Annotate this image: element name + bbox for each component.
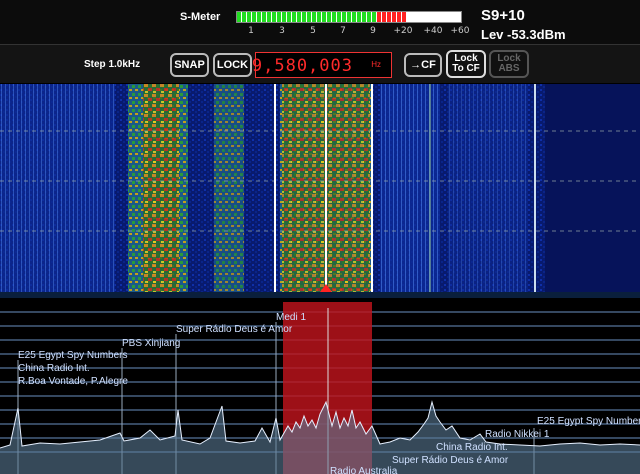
smeter-tick: +20	[393, 26, 413, 36]
smeter-tick: 5	[310, 26, 316, 36]
smeter-segment	[252, 12, 256, 22]
smeter-segment	[317, 12, 321, 22]
smeter-segment	[397, 12, 401, 22]
smeter-segment	[332, 12, 336, 22]
station-label: Super Rádio Deus é Amor	[176, 324, 293, 335]
smeter-segments	[237, 12, 406, 22]
station-label: Super Rádio Deus é Amor	[392, 455, 509, 466]
waterfall-band	[545, 84, 640, 292]
station-label: R.Boa Vontade, P.Alegre	[18, 376, 128, 387]
to-center-frequency-button[interactable]: →CF	[404, 53, 442, 77]
lock-to-cf-line2: To CF	[452, 63, 480, 74]
spectrum-display[interactable]: E25 Egypt Spy Numbers China Radio Int. R…	[0, 298, 640, 474]
smeter-segment	[262, 12, 266, 22]
smeter-segment	[302, 12, 306, 22]
smeter-segment	[347, 12, 351, 22]
s-unit-reading: S9+10	[481, 7, 525, 24]
smeter-segment	[257, 12, 261, 22]
smeter-segment	[387, 12, 391, 22]
station-label: China Radio Int.	[436, 442, 508, 453]
smeter-tick: 3	[279, 26, 285, 36]
smeter-segment	[337, 12, 341, 22]
smeter-segment	[322, 12, 326, 22]
smeter-panel: S-Meter 1 3 5 7 9 +20 +40 +60 S9+10 Lev …	[0, 0, 640, 45]
smeter-segment	[362, 12, 366, 22]
smeter-segment	[402, 12, 406, 22]
frequency-unit: Hz	[371, 60, 381, 69]
waterfall-display[interactable]	[0, 84, 640, 292]
smeter-tick: +40	[423, 26, 443, 36]
smeter-segment	[282, 12, 286, 22]
station-label: E25 Egypt Spy Numbers	[537, 416, 640, 427]
station-label: Radio Australia	[330, 466, 398, 474]
smeter-segment	[392, 12, 396, 22]
smeter-segment	[237, 12, 241, 22]
smeter-tick: 1	[248, 26, 254, 36]
smeter-segment	[352, 12, 356, 22]
smeter-segment	[357, 12, 361, 22]
waterfall-signal	[380, 84, 440, 292]
smeter-tick: +60	[450, 26, 470, 36]
waterfall-band	[0, 84, 115, 292]
smeter-segment	[312, 12, 316, 22]
smeter-segment	[327, 12, 331, 22]
smeter-segment	[367, 12, 371, 22]
tuning-step[interactable]: Step 1.0kHz	[84, 59, 140, 70]
smeter-segment	[267, 12, 271, 22]
lock-abs-line2: ABS	[498, 63, 520, 74]
smeter-segment	[382, 12, 386, 22]
smeter-segment	[287, 12, 291, 22]
smeter-segment	[307, 12, 311, 22]
signal-level-reading: Lev -53.3dBm	[481, 27, 566, 42]
smeter-tick: 7	[340, 26, 346, 36]
waterfall-band	[448, 84, 528, 292]
frequency-value: 9,580,003	[251, 56, 353, 76]
station-label: Radio Nikkei 1	[485, 429, 550, 440]
station-label: E25 Egypt Spy Numbers	[18, 350, 128, 361]
smeter-bar	[236, 11, 462, 23]
smeter-label: S-Meter	[180, 11, 221, 23]
smeter-segment	[292, 12, 296, 22]
lock-button[interactable]: LOCK	[213, 53, 252, 77]
snap-button[interactable]: SNAP	[170, 53, 209, 77]
smeter-segment	[342, 12, 346, 22]
smeter-tick: 9	[370, 26, 376, 36]
station-label: PBS Xinjiang	[122, 338, 180, 349]
station-label: Medi 1	[276, 312, 306, 323]
waterfall-signal	[143, 84, 179, 292]
smeter-segment	[372, 12, 376, 22]
smeter-segment	[272, 12, 276, 22]
tuning-toolbar: Step 1.0kHz SNAP LOCK 9,580,003 Hz →CF L…	[0, 45, 640, 83]
frequency-display[interactable]: 9,580,003 Hz	[251, 52, 392, 78]
smeter-segment	[377, 12, 381, 22]
lock-abs-button[interactable]: Lock ABS	[489, 50, 529, 78]
smeter-segment	[297, 12, 301, 22]
smeter-segment	[247, 12, 251, 22]
station-label: China Radio Int.	[18, 363, 90, 374]
smeter-segment	[242, 12, 246, 22]
lock-to-cf-button[interactable]: Lock To CF	[446, 50, 486, 78]
waterfall-signal	[214, 84, 244, 292]
smeter-segment	[277, 12, 281, 22]
